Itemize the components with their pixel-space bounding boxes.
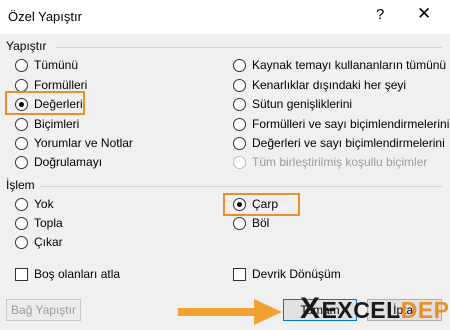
radio-indicator [233, 117, 246, 131]
paste-link-button[interactable]: Bağ Yapıştır [6, 299, 81, 321]
radio-label: Kaynak temayı kullananların tümünü [252, 58, 447, 72]
checkbox-label: Devrik Dönüşüm [252, 267, 341, 281]
radio-paste-values-number-formats[interactable]: Değerleri ve sayı biçimlendirmelerini [233, 134, 445, 152]
operation-section-divider [40, 186, 442, 187]
radio-indicator [233, 78, 246, 92]
radio-label: Topla [34, 216, 63, 230]
radio-indicator [15, 136, 28, 150]
radio-indicator [233, 216, 246, 230]
radio-label: Formülleri ve sayı biçimlendirmelerini [252, 117, 450, 131]
radio-paste-comments[interactable]: Yorumlar ve Notlar [15, 134, 133, 152]
radio-operation-none[interactable]: Yok [15, 195, 54, 213]
paste-section-title: Yapıştır [6, 39, 47, 53]
radio-indicator [15, 78, 28, 92]
excel-depo-watermark: X EXCEL DEPO [300, 292, 450, 326]
paste-section-divider [56, 47, 442, 48]
logo-x-mark: X [300, 292, 321, 325]
close-button[interactable]: ✕ [417, 4, 431, 24]
radio-label: Tümünü [34, 58, 79, 72]
radio-indicator [15, 155, 28, 169]
radio-paste-validation[interactable]: Doğrulamayı [15, 153, 102, 171]
radio-paste-except-borders[interactable]: Kenarlıklar dışındaki her şeyi [233, 76, 406, 94]
dialog-title: Özel Yapıştır [8, 9, 82, 24]
radio-label: Yorumlar ve Notlar [34, 136, 133, 150]
arrow-right-icon [178, 299, 282, 325]
radio-operation-divide[interactable]: Böl [233, 214, 269, 232]
radio-label: Biçimleri [34, 117, 80, 131]
radio-label: Tüm birleştirilmiş koşullu biçimler [252, 155, 428, 169]
checkbox-box [233, 267, 246, 281]
radio-label: Kenarlıklar dışındaki her şeyi [252, 78, 407, 92]
logo-excel-text: EXCEL [321, 297, 401, 323]
radio-paste-column-widths[interactable]: Sütun genişliklerini [233, 95, 352, 113]
radio-paste-formulas-number-formats[interactable]: Formülleri ve sayı biçimlendirmelerini [233, 115, 449, 133]
radio-label: Doğrulamayı [34, 155, 103, 169]
title-bar: Özel Yapıştır ? ✕ [0, 0, 450, 34]
radio-label: Değerleri ve sayı biçimlendirmelerini [252, 136, 445, 150]
checkbox-skip-blanks[interactable]: Boş olanları atla [15, 265, 120, 283]
radio-indicator [15, 117, 28, 131]
radio-indicator [233, 136, 246, 150]
radio-paste-merged-conditional-formats: Tüm birleştirilmiş koşullu biçimler [233, 153, 427, 171]
radio-operation-subtract[interactable]: Çıkar [15, 233, 63, 251]
radio-label: Formülleri [34, 78, 88, 92]
operation-section-title: İşlem [6, 178, 35, 192]
radio-label: Böl [252, 216, 270, 230]
highlight-box-multiply [223, 193, 300, 216]
radio-indicator [233, 97, 246, 111]
checkbox-label: Boş olanları atla [34, 267, 121, 281]
radio-label: Yok [34, 197, 54, 211]
checkbox-transpose[interactable]: Devrik Dönüşüm [233, 265, 341, 283]
radio-indicator [233, 58, 246, 72]
radio-indicator [15, 216, 28, 230]
radio-indicator [15, 58, 28, 72]
checkbox-box [15, 267, 28, 281]
logo-depo-text: DEPO [400, 297, 450, 323]
highlight-box-values [5, 91, 85, 115]
radio-paste-all[interactable]: Tümünü [15, 56, 78, 74]
radio-label: Sütun genişliklerini [252, 97, 353, 111]
radio-label: Çıkar [34, 235, 63, 249]
radio-indicator [233, 155, 246, 169]
radio-indicator [15, 235, 28, 249]
help-button[interactable]: ? [376, 6, 384, 23]
radio-paste-formats[interactable]: Biçimleri [15, 115, 79, 133]
radio-paste-all-theme[interactable]: Kaynak temayı kullananların tümünü [233, 56, 446, 74]
radio-indicator [15, 197, 28, 211]
radio-operation-add[interactable]: Topla [15, 214, 63, 232]
